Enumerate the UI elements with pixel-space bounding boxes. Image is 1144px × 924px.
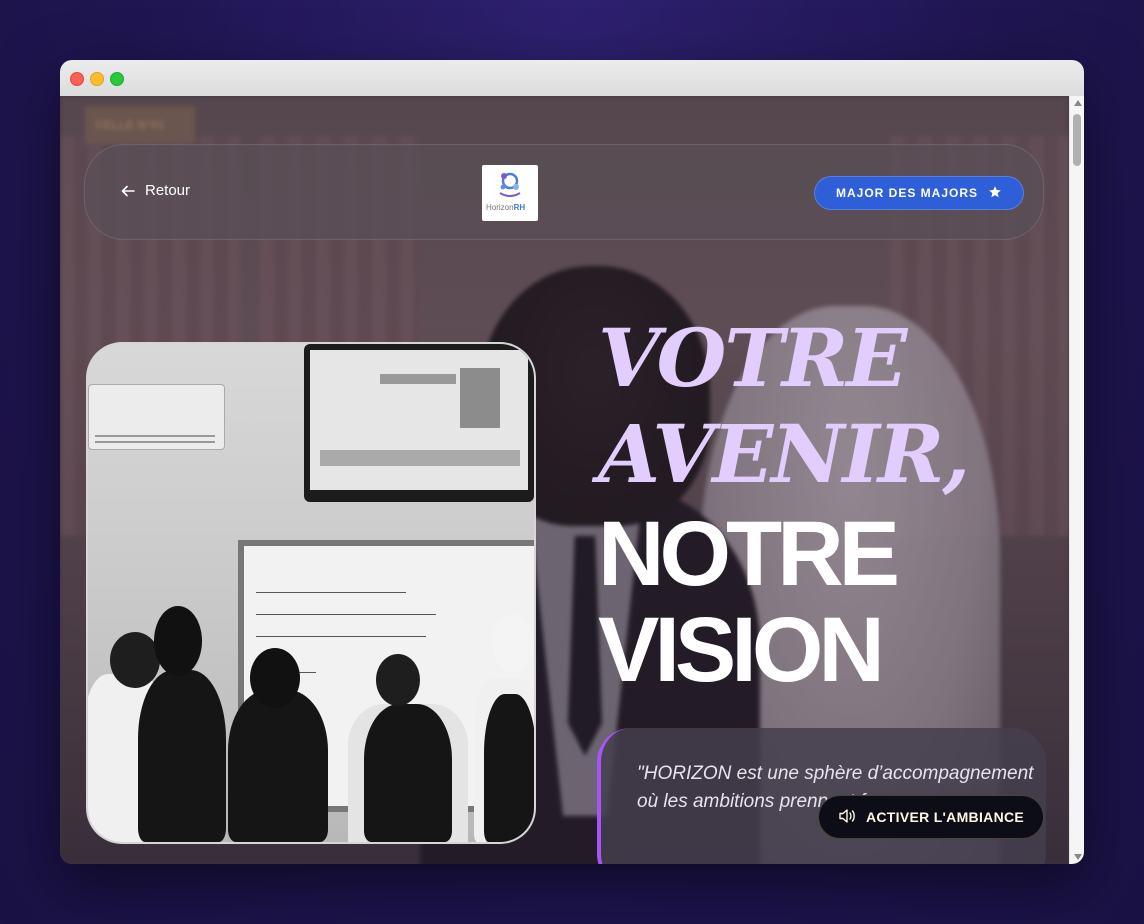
team-photo [86, 342, 536, 844]
browser-window: CELLE N°01 Retour HorizonRH MAJOR DES MA… [60, 60, 1084, 864]
top-navbar: Retour HorizonRH MAJOR DES MAJORS [84, 144, 1044, 240]
window-titlebar [60, 60, 1084, 96]
headline-line-4: VISION [598, 599, 885, 701]
scroll-up-arrow-icon[interactable] [1074, 100, 1082, 106]
tv-screen [304, 344, 534, 502]
star-icon [988, 185, 1002, 202]
minimize-window-button[interactable] [90, 72, 104, 86]
headline-line-1: VOTRE [598, 311, 907, 405]
logo-text: HorizonRH [486, 203, 526, 212]
ambiance-button-label: ACTIVER L'AMBIANCE [865, 809, 1025, 825]
back-label: Retour [145, 182, 191, 199]
activer-ambiance-button[interactable]: ACTIVER L'AMBIANCE [818, 795, 1044, 839]
close-window-button[interactable] [70, 72, 84, 86]
headline-line-3: NOTRE [598, 503, 900, 605]
headline-line-2: AVENIR, [598, 407, 970, 501]
air-conditioner [88, 384, 225, 450]
scroll-down-arrow-icon[interactable] [1074, 854, 1082, 860]
page-viewport: CELLE N°01 Retour HorizonRH MAJOR DES MA… [60, 96, 1069, 864]
horizon-rh-logo[interactable]: HorizonRH [482, 165, 538, 221]
speaker-icon [838, 808, 856, 827]
back-link[interactable]: Retour [121, 182, 190, 199]
major-button-label: MAJOR DES MAJORS [835, 186, 979, 200]
vertical-scrollbar[interactable] [1069, 96, 1084, 864]
scroll-thumb[interactable] [1073, 114, 1081, 166]
maximize-window-button[interactable] [110, 72, 124, 86]
major-des-majors-button[interactable]: MAJOR DES MAJORS [814, 176, 1024, 210]
arrow-left-icon [121, 184, 135, 198]
